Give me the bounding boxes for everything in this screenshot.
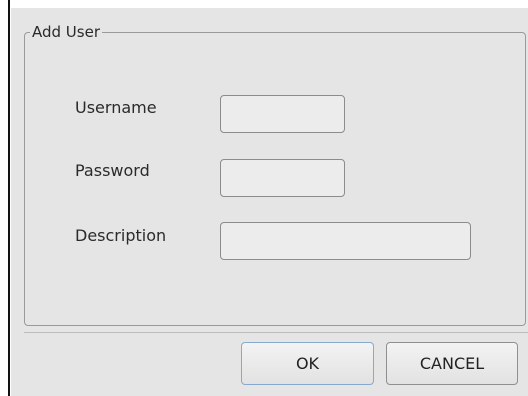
password-label: Password: [75, 161, 150, 180]
description-input[interactable]: [220, 222, 471, 260]
username-label: Username: [75, 98, 157, 117]
cancel-button[interactable]: CANCEL: [386, 342, 518, 385]
button-row-separator: [24, 332, 528, 333]
description-label: Description: [75, 226, 167, 245]
username-input[interactable]: [220, 95, 345, 133]
add-user-dialog: Add User Username Password Description O…: [11, 8, 528, 396]
password-input[interactable]: [220, 159, 345, 197]
groupbox-title: Add User: [30, 23, 102, 41]
window-left-edge: [8, 0, 10, 396]
ok-button[interactable]: OK: [241, 342, 374, 385]
